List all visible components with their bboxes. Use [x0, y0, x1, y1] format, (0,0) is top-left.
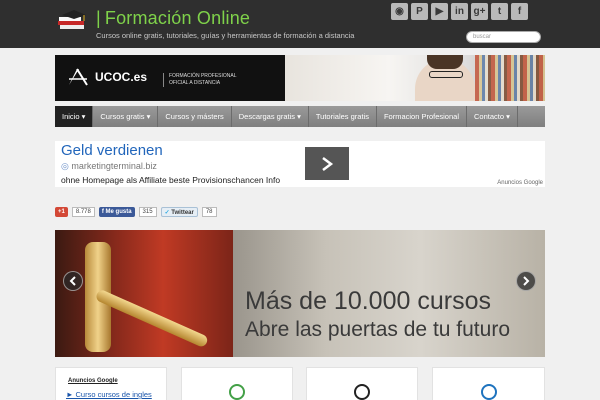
gplus-button[interactable]: +1 [55, 207, 68, 217]
google-ad[interactable]: Geld verdienen ◎ marketingterminal.biz o… [55, 141, 545, 187]
share-bar: +1 8.778 f Me gusta 315 ✓ Twittear 78 [55, 207, 217, 217]
banner-subtitle-line1: FORMACIÓN PROFESIONAL [169, 73, 237, 79]
slider-subheadline: Abre las puertas de tu futuro [245, 318, 510, 341]
ucoc-banner[interactable]: UCOC.es FORMACIÓN PROFESIONAL OFICIAL A … [55, 55, 545, 101]
door-image [55, 230, 235, 357]
ad-description: ohne Homepage als Affiliate beste Provis… [61, 175, 281, 185]
site-header: | Formación Online Cursos online gratis, … [0, 0, 600, 48]
feature-box-2[interactable] [306, 367, 418, 400]
chevron-right-icon [322, 157, 334, 171]
facebook-count: 315 [138, 207, 157, 217]
facebook-icon[interactable]: f [511, 3, 528, 20]
bookshelf-image [475, 55, 545, 101]
list-icon [480, 384, 497, 400]
nav-item-6[interactable]: Contacto ▾ [467, 106, 518, 127]
twitter-icon[interactable]: t [491, 3, 508, 20]
rss-icon[interactable]: ◉ [391, 3, 408, 20]
chevron-left-icon [69, 276, 76, 286]
gplus-count: 8.778 [71, 207, 95, 217]
ad-title[interactable]: Geld verdienen [61, 142, 163, 159]
facebook-like-label: Me gusta [105, 209, 132, 215]
banner-subtitle-line2: OFICIAL A DISTANCIA [169, 80, 221, 86]
banner-brand: UCOC.es [95, 70, 148, 84]
sidebar-ads-widget: Anuncios Google ► Curso cursos de ingles [55, 367, 167, 400]
ad-attribution: Anuncios Google [497, 180, 543, 186]
pinterest-icon[interactable]: P [411, 3, 428, 20]
student-hair [427, 55, 463, 69]
search-input[interactable]: buscar [466, 31, 541, 43]
widget-title: Anuncios Google [68, 378, 118, 384]
main-nav: Inicio ▾ Cursos gratis ▾ Cursos y másters D… [55, 106, 545, 127]
tweet-button[interactable]: ✓ Twittear [160, 207, 198, 217]
tweet-count: 78 [201, 207, 217, 217]
nav-item-0[interactable]: Inicio ▾ [55, 106, 94, 127]
book-stack-icon[interactable] [56, 9, 88, 31]
nav-item-2[interactable]: Cursos y másters [158, 106, 232, 127]
linkedin-icon[interactable]: in [451, 3, 468, 20]
nav-item-1[interactable]: Cursos gratis ▾ [93, 106, 159, 127]
globe-icon [229, 384, 245, 400]
nav-item-5[interactable]: Formacion Profesional [377, 106, 467, 127]
slider-prev-button[interactable] [63, 271, 83, 291]
youtube-icon[interactable]: ▶ [431, 3, 448, 20]
ucoc-logo-icon [69, 68, 88, 86]
site-title[interactable]: | Formación Online [96, 8, 250, 29]
tweet-label: Twittear [171, 210, 194, 216]
banner-subtitle: FORMACIÓN PROFESIONAL OFICIAL A DISTANCI… [163, 73, 237, 87]
ad-url[interactable]: ◎ marketingterminal.biz [61, 161, 157, 172]
globe-icon: ◎ [61, 161, 69, 171]
student-glasses [429, 71, 463, 78]
widget-ad-link[interactable]: ► Curso cursos de ingles [66, 390, 152, 399]
slider-next-button[interactable] [516, 271, 536, 291]
student-icon [354, 384, 370, 400]
social-links: ◉ P ▶ in g+ t f [391, 3, 528, 20]
hero-slider[interactable]: Más de 10.000 cursos Abre las puertas de… [55, 230, 545, 357]
feature-box-1[interactable] [181, 367, 293, 400]
facebook-like-button[interactable]: f Me gusta [98, 207, 135, 217]
chevron-right-icon [523, 276, 530, 286]
site-title-text[interactable]: Formación Online [105, 8, 250, 28]
googleplus-icon[interactable]: g+ [471, 3, 488, 20]
site-tagline: Cursos online gratis, tutoriales, guías … [96, 31, 355, 40]
ad-url-text[interactable]: marketingterminal.biz [71, 161, 157, 171]
nav-item-3[interactable]: Descargas gratis ▾ [232, 106, 309, 127]
feature-box-3[interactable] [432, 367, 545, 400]
slider-headline: Más de 10.000 cursos [245, 287, 491, 315]
ad-arrow-button[interactable] [305, 147, 349, 180]
nav-item-4[interactable]: Tutoriales gratis [309, 106, 377, 127]
